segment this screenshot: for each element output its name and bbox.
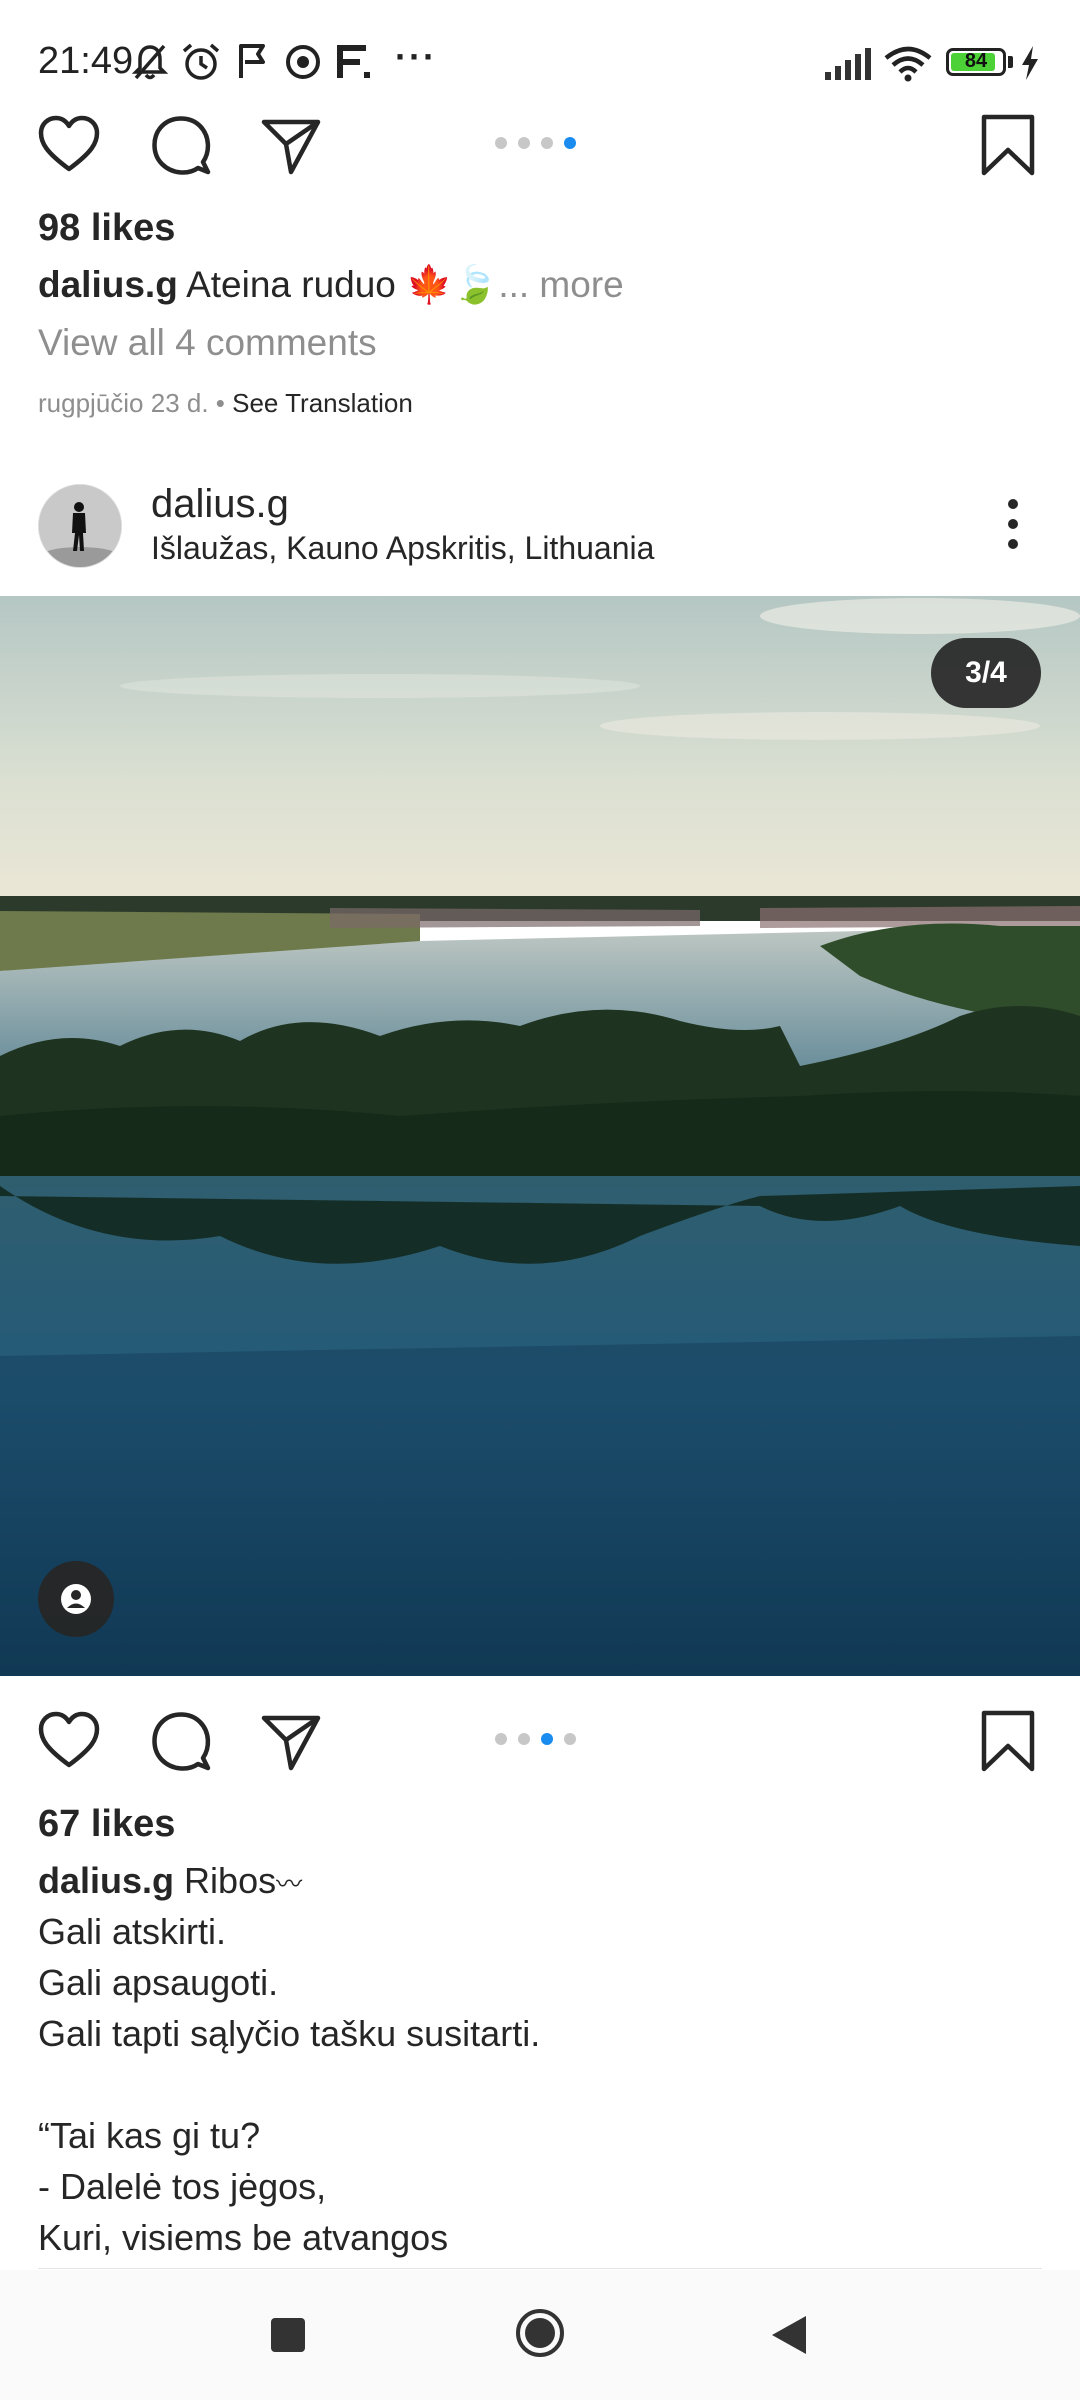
post1-date-line: rugpjūčio 23 d. • See Translation (38, 388, 413, 419)
avatar-silhouette (39, 485, 121, 567)
carousel-dot (564, 1733, 576, 1745)
nav-divider (38, 2268, 1042, 2269)
post1-caption-text: Ateina ruduo 🍁🍃 (186, 264, 499, 305)
caption-title: Ribos (184, 1860, 277, 1901)
carousel-dot-active (564, 137, 576, 149)
caption-line (38, 2059, 540, 2110)
carousel-counter-badge: 3/4 (931, 638, 1041, 708)
like-icon[interactable] (36, 1708, 102, 1774)
post2-likes-count[interactable]: 67 likes (38, 1803, 175, 1846)
charging-icon (1022, 46, 1038, 80)
flag-icon (239, 44, 265, 78)
caption-line: Kuri, visiems be atvangos (38, 2217, 449, 2258)
more-options-icon[interactable] (998, 498, 1028, 550)
save-bookmark-icon[interactable] (975, 112, 1041, 178)
caption-username[interactable]: dalius.g (38, 1860, 174, 1901)
comment-icon[interactable] (148, 112, 214, 178)
caption-line: “Tai kas gi tu? (38, 2115, 261, 2156)
back-icon[interactable] (768, 2314, 808, 2356)
alarm-icon (182, 43, 220, 80)
tagged-people-button[interactable] (38, 1561, 114, 1637)
carousel-dot-active (541, 1733, 553, 1745)
carousel-indicator (495, 1733, 576, 1745)
post1-likes-count[interactable]: 98 likes (38, 207, 175, 250)
see-translation-link[interactable]: See Translation (232, 388, 413, 418)
mute-icon (131, 44, 169, 80)
screen-record-icon (286, 45, 320, 79)
caption-first-line: dalius.g Ribos〰 (38, 1855, 540, 1906)
post-username[interactable]: dalius.g (151, 482, 289, 527)
caption-line: - Dalelė tos jėgos, (38, 2166, 327, 2207)
home-icon[interactable] (515, 2308, 565, 2358)
comment-icon[interactable] (148, 1708, 214, 1774)
caption-line: Gali atskirti. (38, 1911, 227, 1952)
caption-wave: 〰 (276, 1869, 303, 1899)
post2-caption[interactable]: dalius.g Ribos〰 Gali atskirti. Gali apsa… (38, 1855, 540, 2263)
f-app-icon (337, 45, 370, 78)
battery-percentage: 84 (964, 50, 988, 72)
caption-line: Gali tapti sąlyčio tašku susitarti. (38, 2013, 541, 2054)
save-bookmark-icon[interactable] (975, 1708, 1041, 1774)
share-icon[interactable] (258, 112, 324, 178)
post-photo[interactable] (0, 596, 1080, 1676)
post1-caption[interactable]: dalius.g Ateina ruduo 🍁🍃... more (38, 264, 624, 307)
user-tag-icon (61, 1584, 91, 1614)
share-icon[interactable] (258, 1708, 324, 1774)
avatar[interactable] (38, 484, 122, 568)
carousel-indicator (495, 137, 576, 149)
post2-action-bar (0, 1688, 1080, 1788)
post-location[interactable]: Išlaužas, Kauno Apskritis, Lithuania (151, 530, 654, 567)
battery-tip (1008, 56, 1013, 68)
view-all-comments-link[interactable]: View all 4 comments (38, 322, 377, 364)
post1-action-bar (0, 92, 1080, 192)
more-notifications-icon: ··· (395, 36, 437, 77)
wifi-icon (884, 46, 932, 82)
battery-icon: 84 (946, 48, 1006, 76)
signal-icon (825, 48, 871, 80)
carousel-dot (495, 1733, 507, 1745)
post1-date: rugpjūčio 23 d. (38, 388, 209, 418)
status-time: 21:49 (38, 40, 134, 82)
date-separator: • (208, 388, 233, 418)
carousel-dot (518, 1733, 530, 1745)
like-icon[interactable] (36, 112, 102, 178)
post1-caption-username[interactable]: dalius.g (38, 264, 178, 305)
carousel-dot (495, 137, 507, 149)
caption-line: Gali apsaugoti. (38, 1962, 279, 2003)
post1-more-link[interactable]: ... more (498, 264, 623, 305)
carousel-dot (518, 137, 530, 149)
recents-icon[interactable] (271, 2318, 305, 2352)
carousel-dot (541, 137, 553, 149)
